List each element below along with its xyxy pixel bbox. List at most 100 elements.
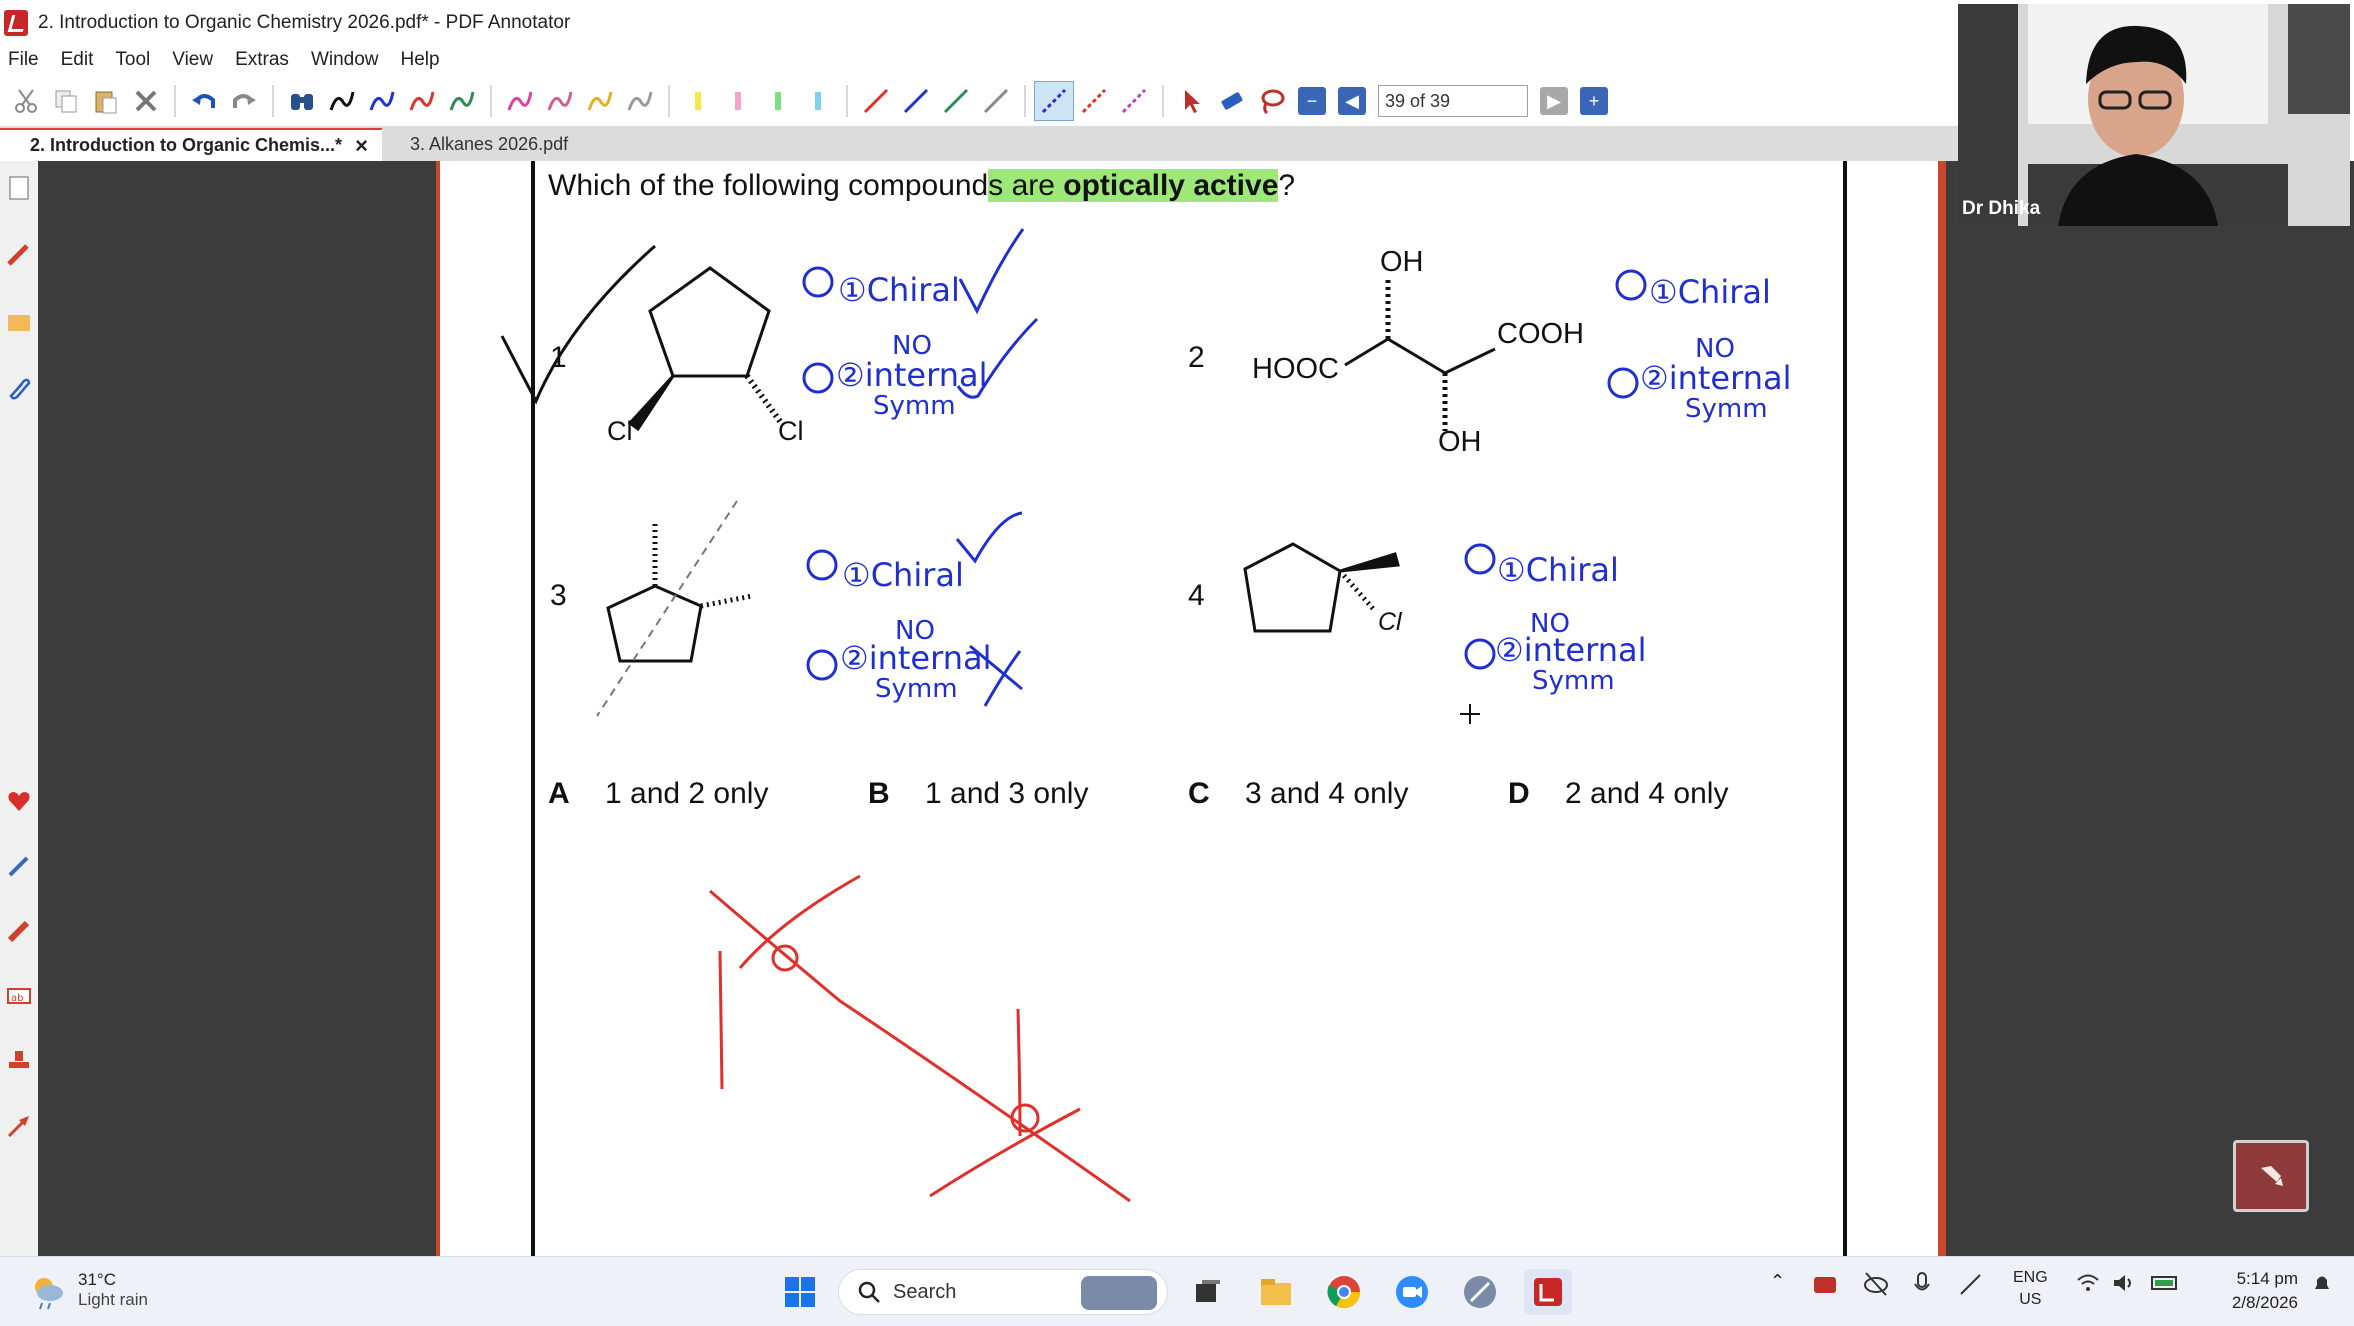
crosshair-cursor-icon [1460, 704, 1480, 724]
handwriting-symm: Symm [873, 391, 956, 421]
tab-alkanes[interactable]: 3. Alkanes 2026.pdf [382, 128, 612, 161]
wifi-icon[interactable] [2075, 1271, 2101, 1300]
pen-pink-icon[interactable] [540, 81, 580, 121]
handwriting-internal: ②internal [1640, 359, 1792, 397]
menu-edit[interactable]: Edit [61, 49, 94, 71]
language-code: ENG [2013, 1269, 2048, 1286]
highlighter-green-icon[interactable] [758, 81, 798, 121]
copy-icon[interactable] [46, 81, 86, 121]
highlighter-yellow-icon[interactable] [678, 81, 718, 121]
ink-check-black [500, 244, 656, 405]
taskbar-search-box[interactable]: Search [838, 1269, 1168, 1315]
option-text: 2 and 4 only [1565, 777, 1729, 810]
task-view-icon[interactable] [1184, 1269, 1232, 1315]
eraser-icon[interactable] [1212, 81, 1252, 121]
menu-window[interactable]: Window [311, 49, 379, 71]
handwriting-chiral: ①Chiral [1497, 551, 1619, 589]
pdf-annotator-taskbar-icon[interactable] [1524, 1269, 1572, 1315]
pen-gray-icon[interactable] [620, 81, 660, 121]
zoom-in-icon[interactable]: + [1580, 87, 1608, 115]
menu-extras[interactable]: Extras [235, 49, 289, 71]
chem-label-cl: Cl [1378, 608, 1402, 636]
previous-page-icon[interactable]: ◀ [1338, 87, 1366, 115]
dashed-line-red-icon[interactable] [1074, 81, 1114, 121]
dropbox-tray-icon[interactable] [1812, 1271, 1838, 1302]
region-code: US [2019, 1291, 2042, 1308]
ink-red-sketch [709, 874, 1131, 1203]
windows-start-icon[interactable] [776, 1269, 824, 1315]
stamp-icon[interactable] [4, 1046, 34, 1076]
notifications-icon[interactable] [2310, 1271, 2334, 1300]
pen-blue-icon[interactable] [362, 81, 402, 121]
dashed-line-blue-icon[interactable] [1034, 81, 1074, 121]
highlighter-blue-icon[interactable] [798, 81, 838, 121]
pdf-page[interactable]: Which of the following compounds are opt… [440, 161, 1938, 1256]
pen-magenta-icon[interactable] [500, 81, 540, 121]
select-pointer-icon[interactable] [1172, 81, 1212, 121]
compound-1-structure [627, 266, 785, 432]
handwriting-chiral: ①Chiral [842, 556, 964, 594]
line-gray-icon[interactable] [976, 81, 1016, 121]
marker-icon[interactable] [4, 916, 34, 946]
zoom-out-icon[interactable]: − [1298, 87, 1326, 115]
text-box-icon[interactable]: ab [4, 981, 34, 1011]
line-red-icon[interactable] [856, 81, 896, 121]
handwriting-symm: Symm [1532, 666, 1615, 696]
menu-file[interactable]: File [8, 49, 39, 71]
microphone-icon[interactable] [1912, 1271, 1932, 1304]
pen-green-icon[interactable] [442, 81, 482, 121]
volume-icon[interactable] [2111, 1271, 2137, 1300]
menu-tool[interactable]: Tool [115, 49, 150, 71]
option-text: 1 and 3 only [925, 777, 1089, 810]
system-clock[interactable]: 5:14 pm 2/8/2026 [2208, 1267, 2298, 1315]
lasso-icon[interactable] [1252, 81, 1292, 121]
folder-icon[interactable] [4, 307, 34, 337]
pen-black-icon[interactable] [322, 81, 362, 121]
arrow-tool-icon[interactable] [4, 1111, 34, 1141]
attachment-icon[interactable] [4, 373, 34, 403]
show-hidden-icons-chevron-icon[interactable]: ⌃ [1770, 1271, 1785, 1292]
raise-hand-button[interactable] [2233, 1140, 2309, 1212]
pen-yellow-icon[interactable] [580, 81, 620, 121]
language-indicator[interactable]: ENG US [2013, 1267, 2048, 1311]
page-thumbnail-icon[interactable] [4, 173, 34, 203]
weather-widget[interactable]: 31°C Light rain [26, 1269, 148, 1311]
find-binoculars-icon[interactable] [282, 81, 322, 121]
highlighter-pink-icon[interactable] [718, 81, 758, 121]
question-text-part: Which of the following compound [548, 169, 989, 202]
undo-icon[interactable] [184, 81, 224, 121]
brush-icon[interactable] [4, 851, 34, 881]
cloud-off-icon[interactable] [1862, 1271, 1890, 1302]
file-explorer-icon[interactable] [1252, 1269, 1300, 1315]
pen-tool-icon[interactable] [4, 239, 34, 269]
paste-icon[interactable] [86, 81, 126, 121]
next-page-icon[interactable]: ▶ [1540, 87, 1568, 115]
compound-number: 2 [1188, 341, 1205, 374]
redo-icon[interactable] [224, 81, 264, 121]
handwriting-chiral: ①Chiral [838, 271, 960, 309]
delete-icon[interactable] [126, 81, 166, 121]
favorites-heart-icon[interactable] [4, 786, 34, 816]
line-blue-icon[interactable] [896, 81, 936, 121]
dashed-line-magenta-icon[interactable] [1114, 81, 1154, 121]
hand-pointer-icon [2261, 1166, 2283, 1186]
battery-charging-icon[interactable] [2150, 1271, 2182, 1298]
page-number-field[interactable] [1378, 85, 1528, 117]
zoom-app-icon[interactable] [1388, 1269, 1436, 1315]
compound-number: 3 [550, 579, 567, 612]
toolbar-separator [490, 85, 492, 117]
pen-tray-icon[interactable] [1958, 1271, 1984, 1302]
line-green-icon[interactable] [936, 81, 976, 121]
menu-view[interactable]: View [172, 49, 213, 71]
option-text: 1 and 2 only [605, 777, 769, 810]
cut-icon[interactable] [6, 81, 46, 121]
chem-label-cl: Cl [778, 416, 804, 446]
safari-like-icon[interactable] [1456, 1269, 1504, 1315]
menu-help[interactable]: Help [401, 49, 440, 71]
chrome-icon[interactable] [1320, 1269, 1368, 1315]
tab-intro-organic-chemistry[interactable]: 2. Introduction to Organic Chemis...* × [0, 128, 382, 161]
webcam-video-tile[interactable]: Dr Dhika [1958, 4, 2350, 226]
weather-rain-icon [35, 1278, 63, 1310]
close-tab-icon[interactable]: × [355, 133, 368, 159]
pen-red-icon[interactable] [402, 81, 442, 121]
